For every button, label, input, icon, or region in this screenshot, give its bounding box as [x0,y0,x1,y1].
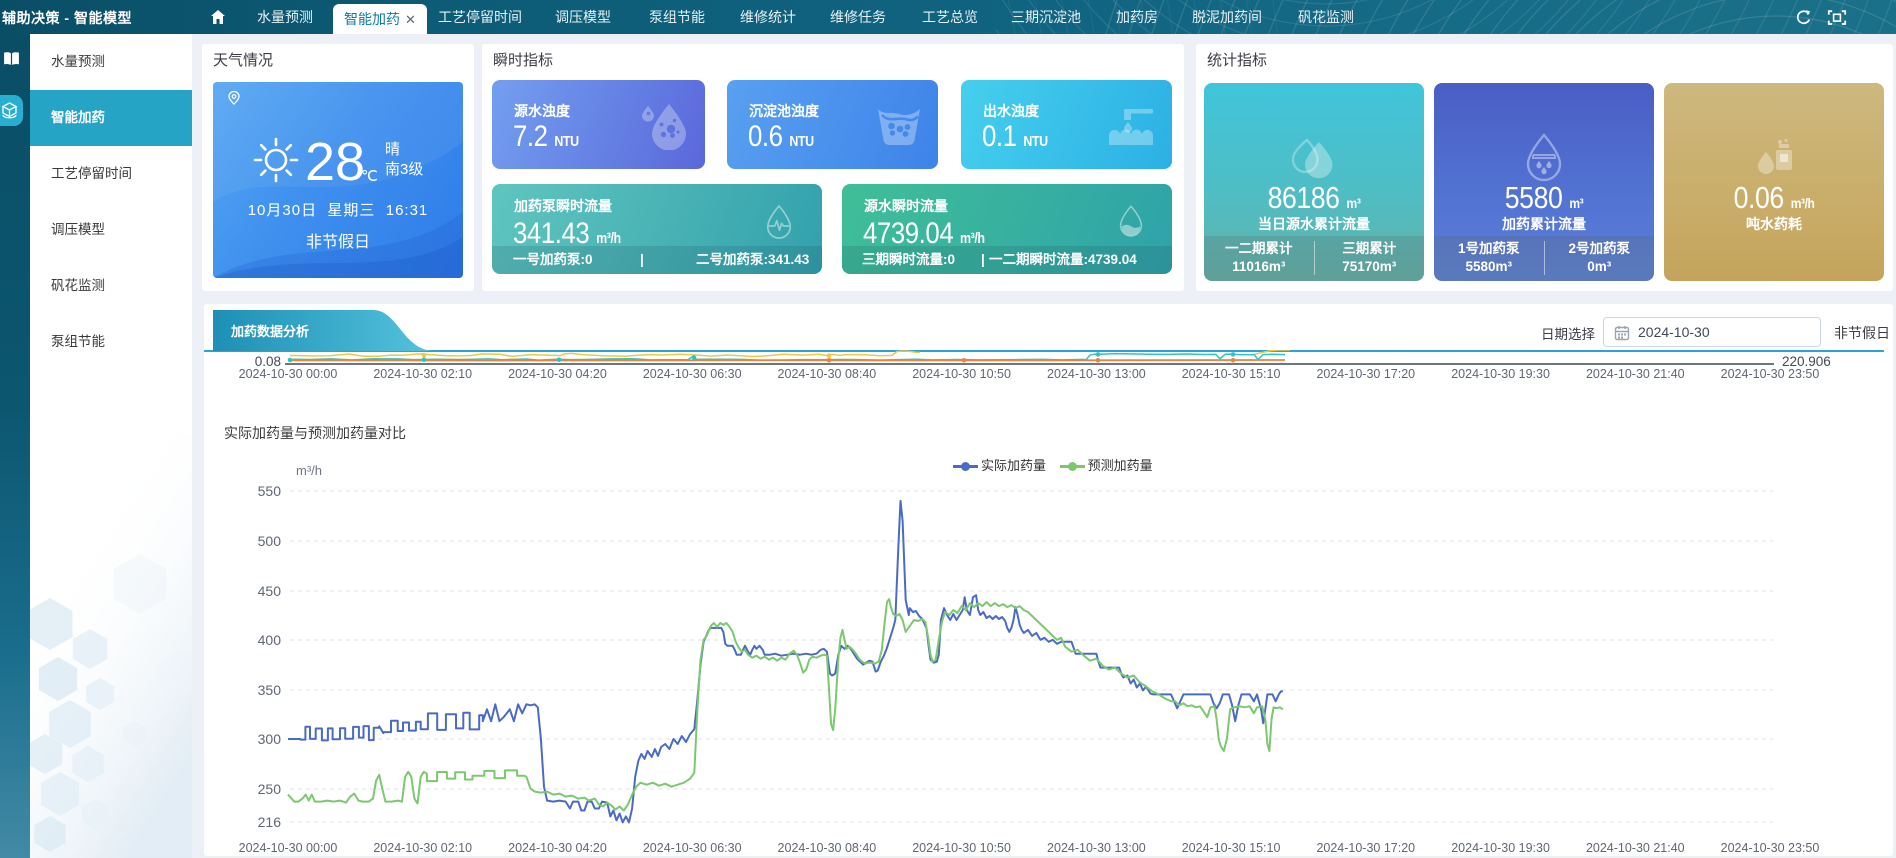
svg-text:2024-10-30 08:40: 2024-10-30 08:40 [778,841,877,855]
svg-text:2024-10-30 13:00: 2024-10-30 13:00 [1047,367,1146,381]
svg-text:300: 300 [258,731,282,747]
svg-text:2024-10-30 15:10: 2024-10-30 15:10 [1182,841,1281,855]
svg-text:2024-10-30 06:30: 2024-10-30 06:30 [643,841,742,855]
svg-text:2024-10-30 17:20: 2024-10-30 17:20 [1316,841,1415,855]
svg-text:2024-10-30 21:40: 2024-10-30 21:40 [1586,367,1685,381]
svg-text:2024-10-30 15:10: 2024-10-30 15:10 [1182,367,1281,381]
svg-text:2024-10-30 19:30: 2024-10-30 19:30 [1451,367,1550,381]
svg-text:2024-10-30 23:50: 2024-10-30 23:50 [1721,841,1820,855]
svg-text:2024-10-30 23:50: 2024-10-30 23:50 [1721,367,1820,381]
svg-text:2024-10-30 08:40: 2024-10-30 08:40 [778,367,877,381]
svg-text:2024-10-30 00:00: 2024-10-30 00:00 [239,841,338,855]
svg-text:2024-10-30 04:20: 2024-10-30 04:20 [508,367,607,381]
svg-text:350: 350 [258,682,282,698]
svg-text:2024-10-30 10:50: 2024-10-30 10:50 [912,367,1011,381]
svg-text:m³/h: m³/h [296,463,322,478]
svg-text:2024-10-30 06:30: 2024-10-30 06:30 [643,367,742,381]
svg-text:2024-10-30 21:40: 2024-10-30 21:40 [1586,841,1685,855]
svg-text:2024-10-30 04:20: 2024-10-30 04:20 [508,841,607,855]
svg-text:2024-10-30 10:50: 2024-10-30 10:50 [912,841,1011,855]
svg-text:2024-10-30 13:00: 2024-10-30 13:00 [1047,841,1146,855]
svg-text:2024-10-30 02:10: 2024-10-30 02:10 [373,841,472,855]
svg-text:500: 500 [258,533,282,549]
svg-text:250: 250 [258,781,282,797]
svg-text:2024-10-30 02:10: 2024-10-30 02:10 [373,367,472,381]
svg-text:2024-10-30 00:00: 2024-10-30 00:00 [239,367,338,381]
svg-text:216: 216 [258,814,282,830]
svg-text:400: 400 [258,632,282,648]
svg-text:550: 550 [258,483,282,499]
svg-text:2024-10-30 17:20: 2024-10-30 17:20 [1316,367,1415,381]
svg-text:450: 450 [258,583,282,599]
svg-text:2024-10-30 19:30: 2024-10-30 19:30 [1451,841,1550,855]
